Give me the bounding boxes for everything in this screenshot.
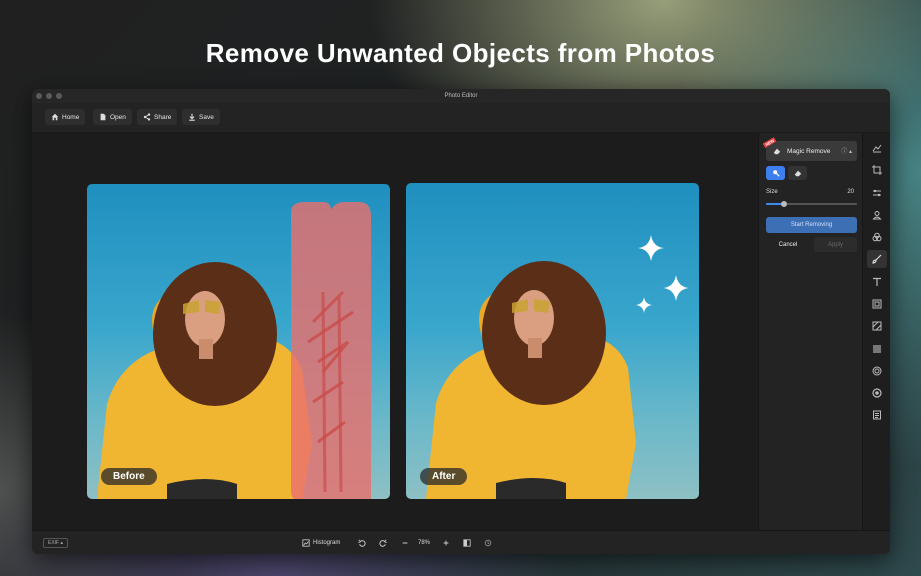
share-label: Share bbox=[154, 113, 172, 121]
mosaic-icon bbox=[873, 345, 881, 353]
zoom-level: 78% bbox=[418, 540, 431, 546]
eraser-mode-icon bbox=[794, 170, 801, 177]
adjust-icon bbox=[872, 144, 882, 153]
sidebar-sliders[interactable] bbox=[867, 184, 887, 202]
compare-button[interactable] bbox=[463, 537, 471, 549]
exif-button[interactable]: EXIF ▴ bbox=[43, 538, 69, 548]
redo-icon bbox=[379, 539, 387, 547]
plus-icon bbox=[443, 540, 449, 546]
sparkle-icon bbox=[636, 235, 689, 313]
editor-canvas[interactable]: Before After bbox=[32, 133, 758, 530]
after-label: After bbox=[420, 468, 468, 485]
sidebar-lens[interactable] bbox=[867, 384, 887, 402]
sidebar-adjust[interactable] bbox=[867, 139, 887, 157]
headline: Remove Unwanted Objects from Photos bbox=[205, 38, 716, 68]
after-photo[interactable]: After bbox=[406, 183, 699, 499]
redo-button[interactable] bbox=[379, 537, 387, 549]
window-title: Photo Editor bbox=[444, 93, 478, 99]
tool-panel: NEW Magic Remove ⓘ ▴ Size 20 Start Remov… bbox=[758, 133, 862, 530]
zoom-window-button[interactable] bbox=[56, 93, 62, 99]
brush-mode-button[interactable] bbox=[766, 166, 785, 180]
sidebar-color[interactable] bbox=[867, 228, 887, 246]
sidebar-vignette[interactable] bbox=[867, 362, 887, 380]
frame-icon bbox=[872, 299, 882, 309]
tool-sidebar bbox=[862, 133, 890, 530]
sidebar-frame[interactable] bbox=[867, 295, 887, 313]
sidebar-text[interactable] bbox=[867, 273, 887, 291]
open-label: Open bbox=[110, 113, 126, 121]
notes-icon bbox=[873, 410, 881, 420]
home-icon bbox=[51, 113, 59, 121]
size-value: 20 bbox=[847, 189, 854, 195]
home-label: Home bbox=[62, 113, 80, 121]
magic-brush-icon bbox=[772, 170, 780, 177]
title-bar: Photo Editor bbox=[32, 89, 890, 103]
sidebar-texture[interactable] bbox=[867, 317, 887, 335]
start-removing-button[interactable]: Start Removing bbox=[766, 217, 857, 233]
portrait-icon bbox=[872, 211, 882, 220]
removal-mask bbox=[291, 202, 371, 499]
minimize-window-button[interactable] bbox=[46, 93, 52, 99]
app-window: Photo Editor Home Open Share Save Before… bbox=[32, 89, 890, 554]
before-photo[interactable]: Before bbox=[87, 184, 390, 499]
tool-name: Magic Remove bbox=[787, 147, 831, 155]
window-controls bbox=[36, 93, 62, 99]
brush-icon bbox=[872, 254, 882, 264]
histogram-label: Histogram bbox=[313, 540, 341, 546]
save-button[interactable]: Save bbox=[182, 109, 220, 125]
crop-icon bbox=[872, 165, 882, 175]
sidebar-mosaic[interactable] bbox=[867, 340, 887, 358]
sidebar-portrait[interactable] bbox=[867, 206, 887, 224]
save-icon bbox=[189, 113, 195, 121]
size-slider[interactable] bbox=[766, 201, 857, 207]
vignette-icon bbox=[872, 366, 882, 376]
save-label: Save bbox=[199, 113, 214, 121]
open-button[interactable]: Open bbox=[93, 109, 132, 125]
eraser-mode-button[interactable] bbox=[788, 166, 807, 180]
close-window-button[interactable] bbox=[36, 93, 42, 99]
apply-button[interactable]: Apply bbox=[814, 237, 857, 252]
cancel-button[interactable]: Cancel bbox=[766, 237, 810, 252]
share-icon bbox=[143, 113, 151, 121]
toolbar: Home Open Share Save bbox=[32, 103, 890, 133]
sliders-icon bbox=[873, 189, 881, 197]
zoom-out-button[interactable] bbox=[401, 537, 409, 549]
zoom-in-button[interactable] bbox=[442, 537, 450, 549]
undo-icon bbox=[358, 539, 366, 547]
help-icon[interactable]: ⓘ ▴ bbox=[841, 146, 852, 155]
minus-icon bbox=[402, 542, 408, 544]
histogram-icon bbox=[302, 539, 310, 547]
size-slider-handle[interactable] bbox=[781, 201, 788, 207]
eraser-icon bbox=[773, 148, 781, 155]
texture-icon bbox=[872, 321, 882, 331]
after-person-illustration bbox=[426, 261, 636, 499]
sidebar-brush[interactable] bbox=[867, 250, 887, 268]
lens-icon bbox=[872, 388, 882, 398]
open-file-icon bbox=[100, 113, 106, 121]
text-icon bbox=[873, 277, 881, 286]
color-icon bbox=[872, 232, 882, 242]
size-label: Size bbox=[766, 189, 778, 195]
reset-icon bbox=[484, 539, 492, 547]
home-button[interactable]: Home bbox=[45, 109, 86, 125]
reset-button[interactable] bbox=[484, 537, 492, 549]
status-bar: EXIF ▴ Histogram 78% bbox=[32, 530, 890, 554]
histogram-button[interactable]: Histogram bbox=[302, 537, 340, 549]
magic-remove-header[interactable]: NEW Magic Remove ⓘ ▴ bbox=[762, 136, 857, 161]
undo-button[interactable] bbox=[358, 537, 366, 549]
sidebar-crop[interactable] bbox=[867, 161, 887, 179]
before-label: Before bbox=[101, 468, 157, 485]
compare-icon bbox=[463, 539, 471, 547]
sidebar-notes[interactable] bbox=[867, 406, 887, 424]
share-button[interactable]: Share bbox=[137, 109, 178, 125]
